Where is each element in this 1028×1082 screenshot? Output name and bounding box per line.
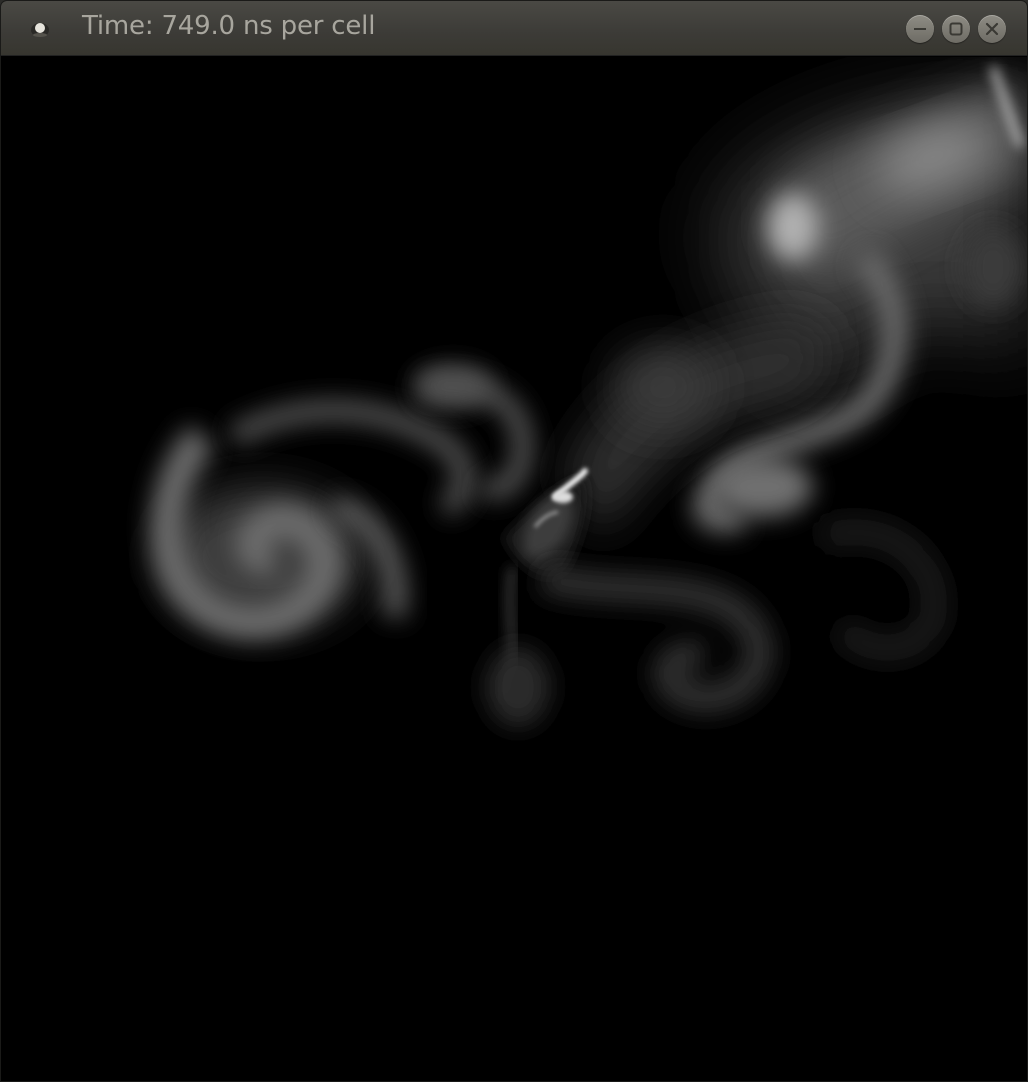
maximize-icon: [949, 22, 963, 36]
maximize-button[interactable]: [942, 15, 970, 43]
simulation-canvas[interactable]: [3, 57, 1027, 1081]
close-icon: [985, 22, 999, 36]
smoke-render: [3, 57, 1027, 1081]
title-bar[interactable]: Time: 749.0 ns per cell: [1, 1, 1027, 56]
window-title: Time: 749.0 ns per cell: [82, 11, 376, 41]
app-menu-icon[interactable]: [29, 19, 51, 39]
minimize-button[interactable]: [906, 15, 934, 43]
minimize-icon: [914, 28, 926, 30]
app-window: Time: 749.0 ns per cell: [0, 0, 1028, 1082]
close-button[interactable]: [978, 15, 1006, 43]
